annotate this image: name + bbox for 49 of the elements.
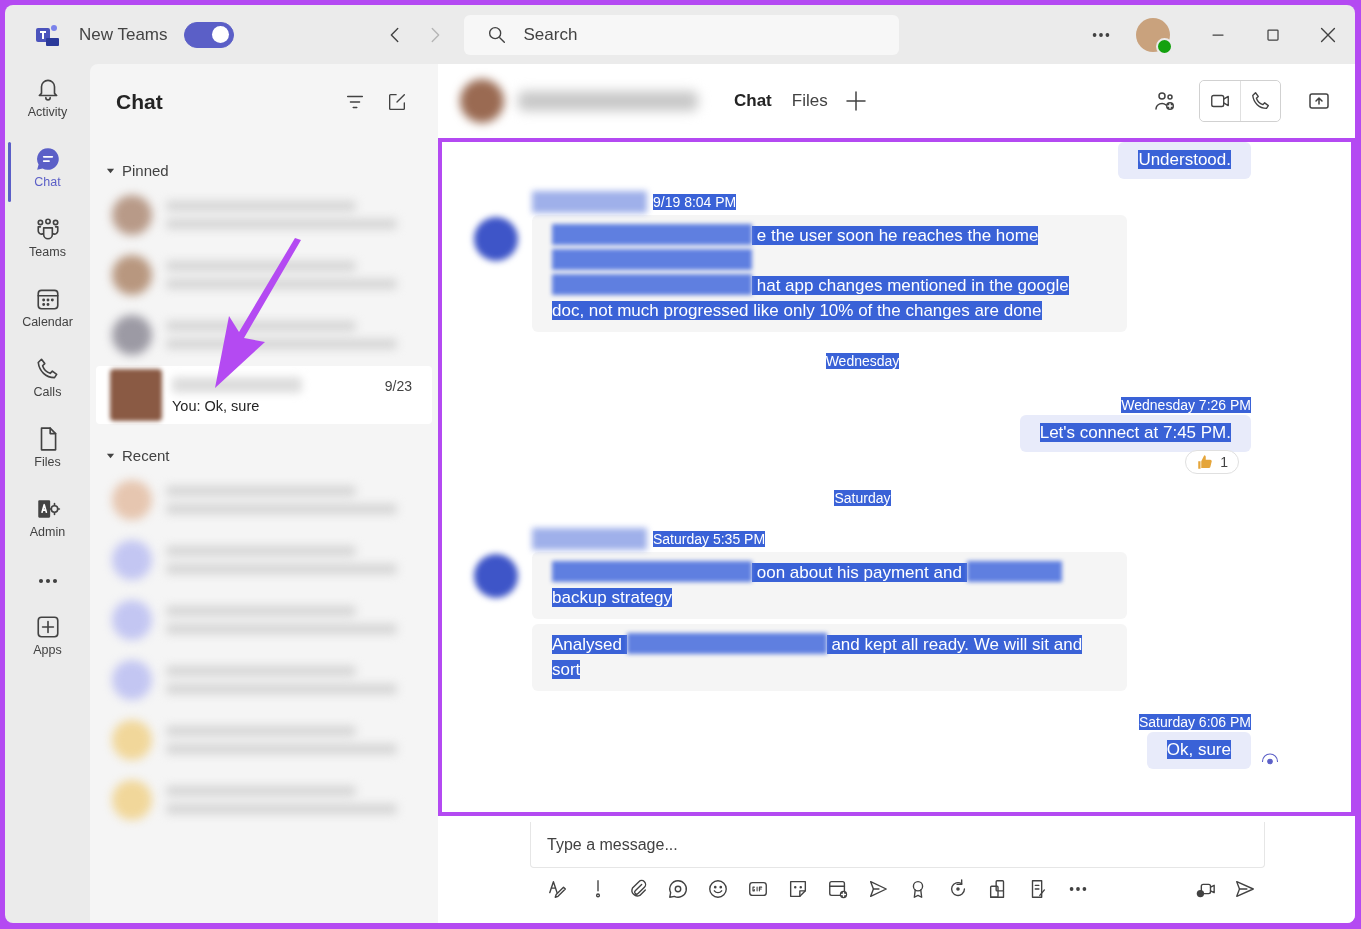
chat-row[interactable]: You: Ok, sure 9/23 <box>96 366 432 424</box>
sent-message: Let's connect at 7:45 PM. <box>1019 415 1251 452</box>
rail-item[interactable]: Activity <box>5 70 90 140</box>
add-app-icon <box>34 614 61 640</box>
section-header[interactable]: Pinned <box>90 155 175 185</box>
new-teams-label: New Teams <box>79 24 168 45</box>
avatar-placeholder <box>474 554 518 598</box>
reaction-pill[interactable]: 1 <box>1185 450 1239 474</box>
emoji-icon[interactable] <box>707 878 729 900</box>
message-timestamp: 9/19 8:04 PM <box>653 194 737 210</box>
received-message: e the user soon he reaches the home hat app changes mentioned in the google doc, not much progressed like only 10% of the changes are done <box>532 215 1127 332</box>
message-timestamp: Wednesday 7:26 PM <box>1121 397 1251 413</box>
schedule-meeting-icon[interactable] <box>827 878 849 900</box>
search-field[interactable]: Search <box>463 14 899 55</box>
rail-item[interactable]: Calls <box>5 350 90 420</box>
chat-icon <box>34 146 61 172</box>
rail-item[interactable]: Apps <box>5 608 90 678</box>
message-timestamp: Saturday 6:06 PM <box>1138 714 1251 730</box>
rail-item[interactable]: Calendar <box>5 280 90 350</box>
message-input[interactable]: Type a message... <box>530 822 1265 868</box>
thumbs-up-icon <box>1196 453 1215 471</box>
section-header[interactable]: Recent <box>90 440 176 470</box>
send-later-icon[interactable] <box>867 878 889 900</box>
new-teams-toggle[interactable] <box>183 21 234 48</box>
tab[interactable]: Files <box>781 91 838 111</box>
profile-avatar[interactable] <box>1136 17 1170 52</box>
rail-item[interactable]: Files <box>5 420 90 490</box>
rail-item[interactable]: Teams <box>5 210 90 280</box>
received-message: oon about his payment and backup strategy <box>532 552 1127 619</box>
sent-message: Ok, sure <box>1146 732 1251 769</box>
message-timestamp: Saturday 5:35 PM <box>653 531 766 547</box>
loop-icon[interactable] <box>667 878 689 900</box>
sent-message: Understood. <box>1118 142 1251 179</box>
rail-item[interactable]: Admin <box>5 490 90 560</box>
format-icon[interactable] <box>547 878 569 900</box>
chat-list-title: Chat <box>116 89 164 114</box>
phone-icon <box>1249 90 1272 112</box>
audio-call-button[interactable] <box>1240 81 1280 121</box>
send-icon[interactable] <box>1234 878 1256 900</box>
add-people-icon[interactable] <box>1153 89 1177 113</box>
sticker-icon[interactable] <box>787 878 809 900</box>
rail-item[interactable]: Chat <box>5 140 90 210</box>
reaction-count: 1 <box>1220 454 1228 470</box>
avatar-placeholder <box>460 79 504 123</box>
people-icon <box>34 216 61 242</box>
tab[interactable]: Chat <box>724 91 782 111</box>
received-message: Analysed and kept all ready. We will sit and sort <box>532 624 1127 691</box>
add-tab-icon[interactable] <box>843 89 868 113</box>
avatar-placeholder <box>474 217 518 261</box>
